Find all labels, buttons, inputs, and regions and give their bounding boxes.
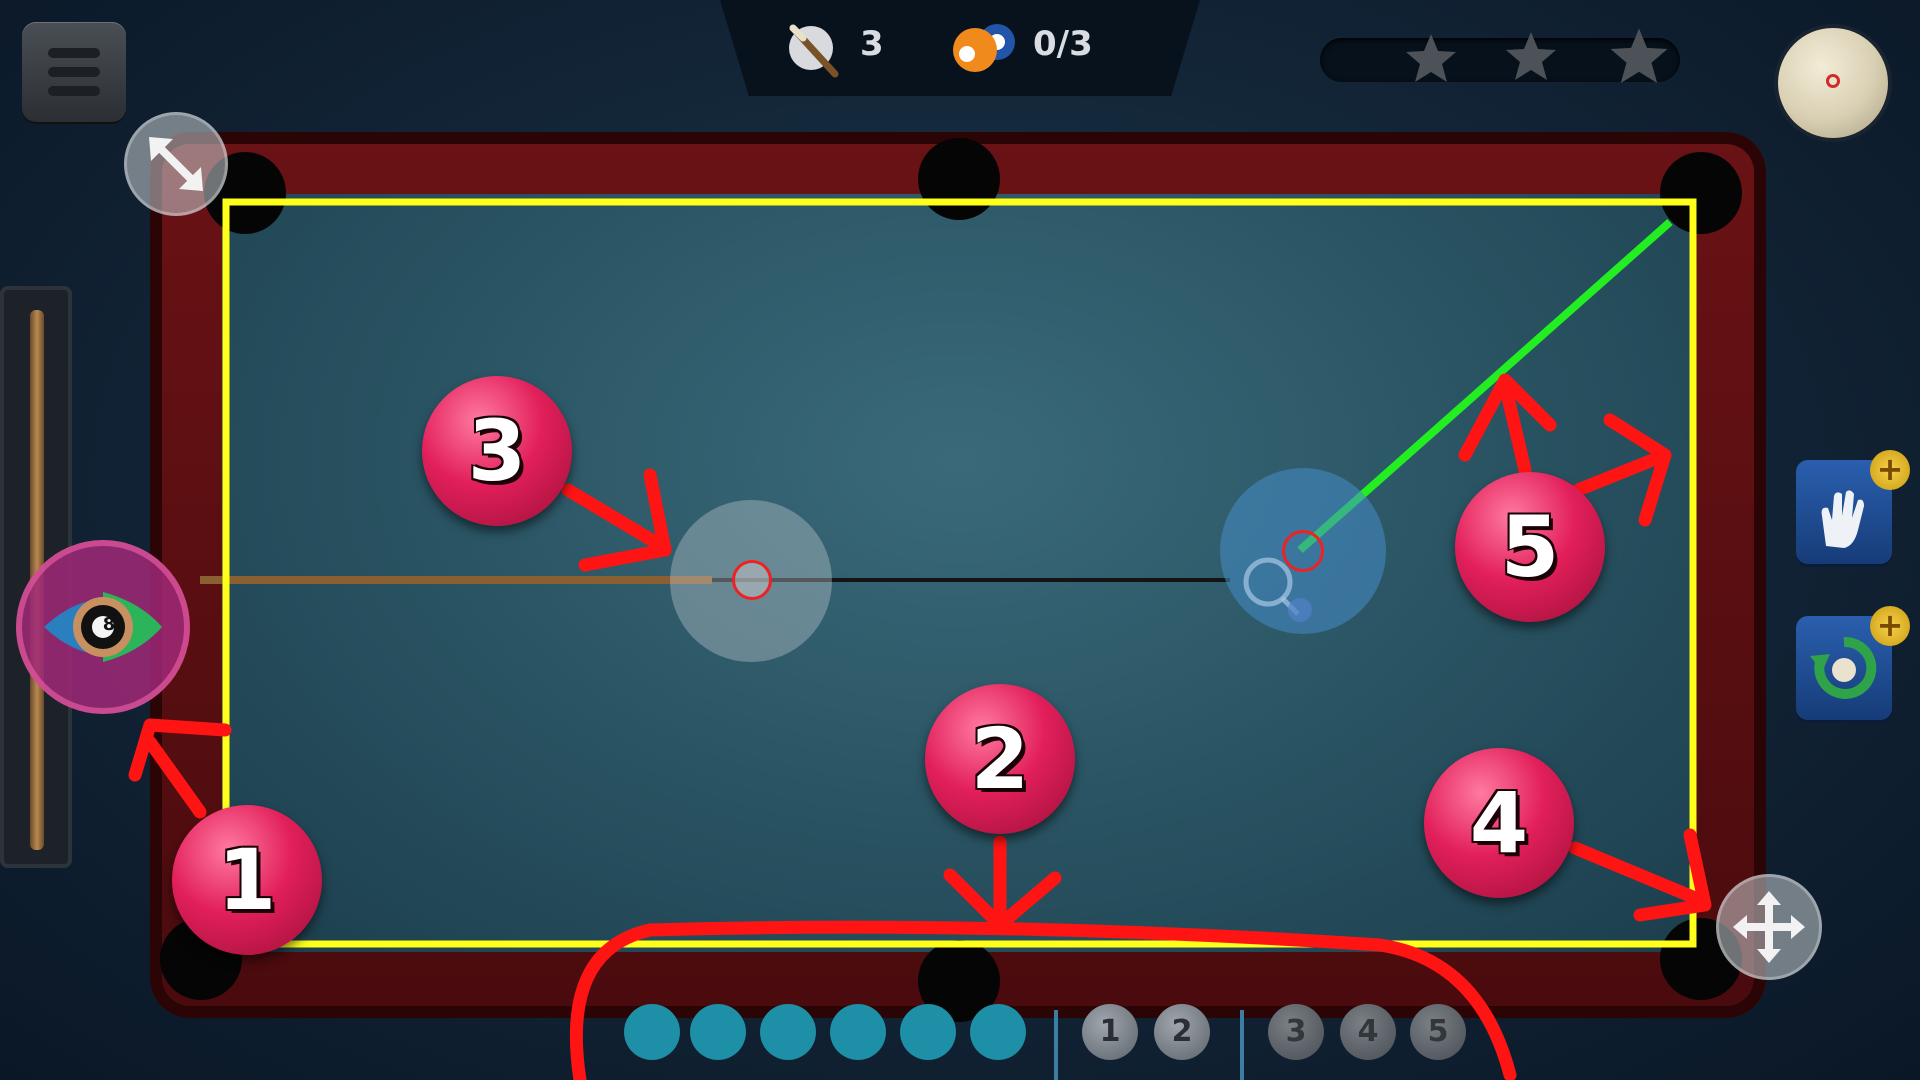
pocket-slot-top-right[interactable]	[760, 1004, 816, 1060]
cue-stick-icon	[789, 24, 839, 78]
pocket-top-right	[1660, 152, 1742, 234]
move-table-button[interactable]	[1716, 874, 1822, 980]
diagonal-resize-icon	[149, 137, 203, 191]
rotate-icon	[1810, 636, 1877, 699]
star-icon	[1406, 34, 1456, 82]
eight-ball-view-button[interactable]: 8	[16, 540, 190, 714]
marker-3: 3	[422, 376, 572, 526]
selector-divider	[1240, 1010, 1244, 1080]
balls-potted-count: 0/3	[1033, 24, 1093, 64]
star-icon	[1610, 28, 1668, 84]
pocket-top-middle	[918, 138, 1000, 220]
glove-icon	[1821, 490, 1864, 548]
eight-ball-label: 8	[102, 614, 116, 635]
glove-plus-badge[interactable]: +	[1870, 450, 1910, 490]
ball-button-2[interactable]: 2	[1154, 1004, 1210, 1060]
ball-button-5[interactable]: 5	[1410, 1004, 1466, 1060]
spin-point-indicator	[1826, 74, 1840, 88]
shots-remaining-count: 3	[860, 24, 884, 64]
marker-4: 4	[1424, 748, 1574, 898]
pocket-slot-bottom-middle[interactable]	[900, 1004, 956, 1060]
star-icon	[1506, 32, 1556, 80]
marker-1: 1	[172, 805, 322, 955]
balls-icon	[953, 24, 1015, 72]
cue-ball-target-ring	[732, 560, 772, 600]
hamburger-icon-bar	[48, 67, 100, 77]
hamburger-icon	[48, 48, 100, 58]
ball-button-1[interactable]: 1	[1082, 1004, 1138, 1060]
ghost-ball-icon	[1243, 557, 1312, 622]
move-arrows-icon	[1733, 891, 1805, 963]
pocket-slot-top-middle[interactable]	[690, 1004, 746, 1060]
pocket-slot-bottom-right[interactable]	[970, 1004, 1026, 1060]
marker-2: 2	[925, 684, 1075, 834]
menu-button[interactable]	[22, 22, 126, 122]
ball-button-4[interactable]: 4	[1340, 1004, 1396, 1060]
selector-divider	[1054, 1010, 1058, 1080]
pocket-slot-top-left[interactable]	[624, 1004, 680, 1060]
resize-button[interactable]	[124, 112, 228, 216]
pocket-slot-bottom-left[interactable]	[830, 1004, 886, 1060]
spin-plus-badge[interactable]: +	[1870, 606, 1910, 646]
marker-5: 5	[1455, 472, 1605, 622]
hamburger-icon-bar	[48, 86, 100, 96]
ball-button-3[interactable]: 3	[1268, 1004, 1324, 1060]
